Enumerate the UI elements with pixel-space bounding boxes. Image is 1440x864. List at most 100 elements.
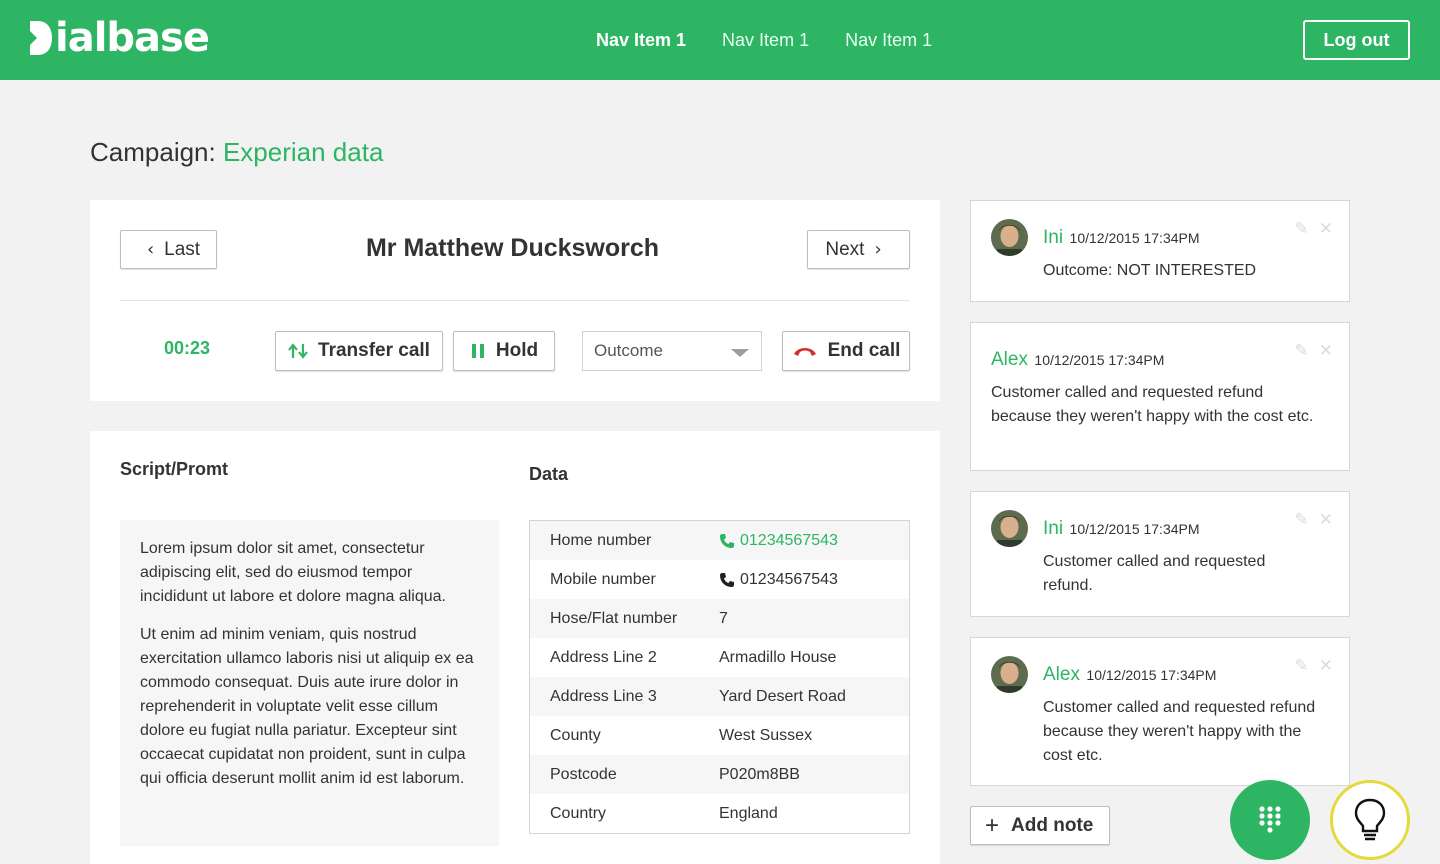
row-label: Country xyxy=(550,804,607,822)
note-author: Alex xyxy=(991,349,1028,370)
note-card: Ini 10/12/2015 17:34PM Outcome: NOT INTER… xyxy=(970,200,1350,302)
row-value: P020m8BB xyxy=(719,766,800,784)
last-button[interactable]: ‹ Last xyxy=(120,230,217,269)
phone-number-link[interactable]: 01234567543 xyxy=(719,571,838,589)
next-button[interactable]: Next › xyxy=(807,230,910,269)
note-timestamp: 10/12/2015 17:34PM xyxy=(1069,521,1200,537)
campaign-label: Campaign: xyxy=(90,137,216,167)
script-paragraph: Ut enim ad minim veniam, quis nostrud ex… xyxy=(140,626,474,787)
add-note-label: Add note xyxy=(1011,814,1094,836)
page-title: Campaign: Experian data xyxy=(90,136,383,168)
row-value: England xyxy=(719,805,778,823)
main-nav: Nav Item 1 Nav Item 1 Nav Item 1 xyxy=(596,28,932,52)
pencil-icon[interactable]: ✎ xyxy=(1295,341,1309,361)
pencil-icon[interactable]: ✎ xyxy=(1295,656,1309,676)
next-label: Next xyxy=(825,238,865,260)
row-value: 7 xyxy=(719,610,728,628)
note-text: Customer called and requested refund bec… xyxy=(1043,699,1316,764)
pencil-icon[interactable]: ✎ xyxy=(1295,510,1309,530)
row-value-text: 7 xyxy=(719,609,728,627)
outcome-value: Outcome xyxy=(594,341,663,360)
transfer-label: Transfer call xyxy=(318,340,430,361)
row-label: Address Line 3 xyxy=(550,687,657,705)
row-label: Hose/Flat number xyxy=(550,609,678,627)
logo-text: ialbase xyxy=(55,15,210,61)
row-value: Yard Desert Road xyxy=(719,688,846,706)
table-row: Hose/Flat number 7 xyxy=(530,599,909,638)
script-title: Script/Promt xyxy=(120,459,229,479)
note-text: Customer called and requested refund bec… xyxy=(991,384,1314,425)
avatar xyxy=(991,219,1028,256)
row-value: Armadillo House xyxy=(719,649,836,667)
table-row: Mobile number 01234567543 xyxy=(530,560,909,599)
note-card: Alex 10/12/2015 17:34PM Customer called a… xyxy=(970,322,1350,471)
transfer-call-button[interactable]: Transfer call xyxy=(275,331,443,371)
note-timestamp: 10/12/2015 17:34PM xyxy=(1034,352,1165,368)
note-header: Ini 10/12/2015 17:34PM xyxy=(1043,518,1200,540)
chevron-left-icon: ‹ xyxy=(146,239,155,260)
phone-icon xyxy=(720,533,734,548)
note-actions: ✎ ✕ xyxy=(1295,341,1334,361)
data-title: Data xyxy=(529,464,569,484)
caret-down-icon xyxy=(731,349,749,357)
logout-button[interactable]: Log out xyxy=(1303,20,1410,60)
contact-name: Mr Matthew Ducksworch xyxy=(365,234,660,262)
script-box: Lorem ipsum dolor sit amet, consectetur … xyxy=(120,520,499,846)
close-icon[interactable]: ✕ xyxy=(1319,656,1333,676)
note-header: Ini 10/12/2015 17:34PM xyxy=(1043,227,1200,249)
note-card: Ini 10/12/2015 17:34PM Customer called an… xyxy=(970,491,1350,617)
row-value: West Sussex xyxy=(719,727,812,745)
note-card: Alex 10/12/2015 17:34PM Customer called a… xyxy=(970,637,1350,786)
campaign-name: Experian data xyxy=(222,137,384,167)
add-note-button[interactable]: + Add note xyxy=(970,806,1110,845)
data-table: Home number 01234567543 Mobile number 01234… xyxy=(529,520,910,834)
nav-item-1[interactable]: Nav Item 1 xyxy=(596,28,686,52)
close-icon[interactable]: ✕ xyxy=(1319,341,1333,361)
dialpad-button[interactable] xyxy=(1230,780,1310,860)
note-actions: ✎ ✕ xyxy=(1295,219,1334,239)
row-value-text: Yard Desert Road xyxy=(719,687,846,705)
table-row: Home number 01234567543 xyxy=(530,521,909,560)
note-author: Ini xyxy=(1043,227,1064,248)
script-paragraph: Lorem ipsum dolor sit amet, consectetur … xyxy=(140,540,446,605)
nav-item-3[interactable]: Nav Item 1 xyxy=(845,28,932,52)
avatar xyxy=(991,656,1028,693)
table-row: County West Sussex xyxy=(530,716,909,755)
note-text: Customer called and requested refund. xyxy=(1043,553,1266,594)
row-label: Address Line 2 xyxy=(550,648,657,666)
row-label: Mobile number xyxy=(550,570,656,588)
outcome-select[interactable]: Outcome xyxy=(582,331,762,371)
note-text: Outcome: NOT INTERESTED xyxy=(1043,262,1257,279)
row-value-text: 01234567543 xyxy=(740,570,838,588)
close-icon[interactable]: ✕ xyxy=(1319,219,1333,239)
table-row: Country England xyxy=(530,794,909,833)
note-actions: ✎ ✕ xyxy=(1295,510,1334,530)
note-header: Alex 10/12/2015 17:34PM xyxy=(1043,664,1216,686)
row-label: Home number xyxy=(550,531,652,549)
row-value-text: West Sussex xyxy=(719,726,813,744)
note-header: Alex 10/12/2015 17:34PM xyxy=(991,349,1164,371)
note-timestamp: 10/12/2015 17:34PM xyxy=(1069,230,1200,246)
tips-button[interactable] xyxy=(1330,780,1410,860)
close-icon[interactable]: ✕ xyxy=(1319,510,1333,530)
note-actions: ✎ ✕ xyxy=(1295,656,1334,676)
table-row: Address Line 2 Armadillo House xyxy=(530,638,909,677)
hold-label: Hold xyxy=(495,340,539,361)
call-timer: 00:23 xyxy=(164,338,211,358)
note-timestamp: 10/12/2015 17:34PM xyxy=(1086,667,1217,683)
end-call-button[interactable]: End call xyxy=(782,331,910,371)
note-author: Alex xyxy=(1043,664,1080,685)
phone-icon xyxy=(720,572,734,587)
hold-button[interactable]: Hold xyxy=(453,331,555,371)
avatar xyxy=(991,510,1028,547)
nav-item-2[interactable]: Nav Item 1 xyxy=(722,28,809,52)
dialbase-logo[interactable]: ialbase xyxy=(30,14,210,62)
plus-icon: + xyxy=(985,811,1000,839)
dialpad-icon xyxy=(1259,806,1281,833)
details-panel: Script/Promt Data Lorem ipsum dolor sit … xyxy=(90,431,940,864)
phone-number-link[interactable]: 01234567543 xyxy=(719,532,838,550)
transfer-icon xyxy=(288,343,308,359)
end-call-label: End call xyxy=(827,340,901,361)
divider xyxy=(120,300,910,301)
pencil-icon[interactable]: ✎ xyxy=(1295,219,1309,239)
